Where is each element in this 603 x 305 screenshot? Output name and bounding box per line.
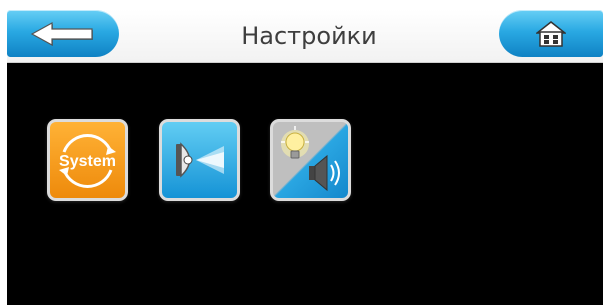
lights-settings-button[interactable] xyxy=(159,119,240,201)
light-and-sound-icon xyxy=(281,126,340,192)
back-button[interactable] xyxy=(7,10,119,57)
page-title: Настройки xyxy=(241,21,377,50)
light-sound-settings-button[interactable] xyxy=(270,119,351,201)
system-tile-label: System xyxy=(59,153,116,170)
system-settings-button[interactable]: System xyxy=(47,119,128,201)
home-icon xyxy=(536,20,566,47)
home-button[interactable] xyxy=(499,10,603,57)
headlight-icon xyxy=(176,142,224,178)
system-settings-icon: System xyxy=(59,134,116,188)
top-bar: Настройки xyxy=(7,9,603,63)
back-arrow-icon xyxy=(30,21,93,46)
settings-panel: System xyxy=(7,63,603,305)
app-frame: Настройки System xyxy=(0,0,603,305)
